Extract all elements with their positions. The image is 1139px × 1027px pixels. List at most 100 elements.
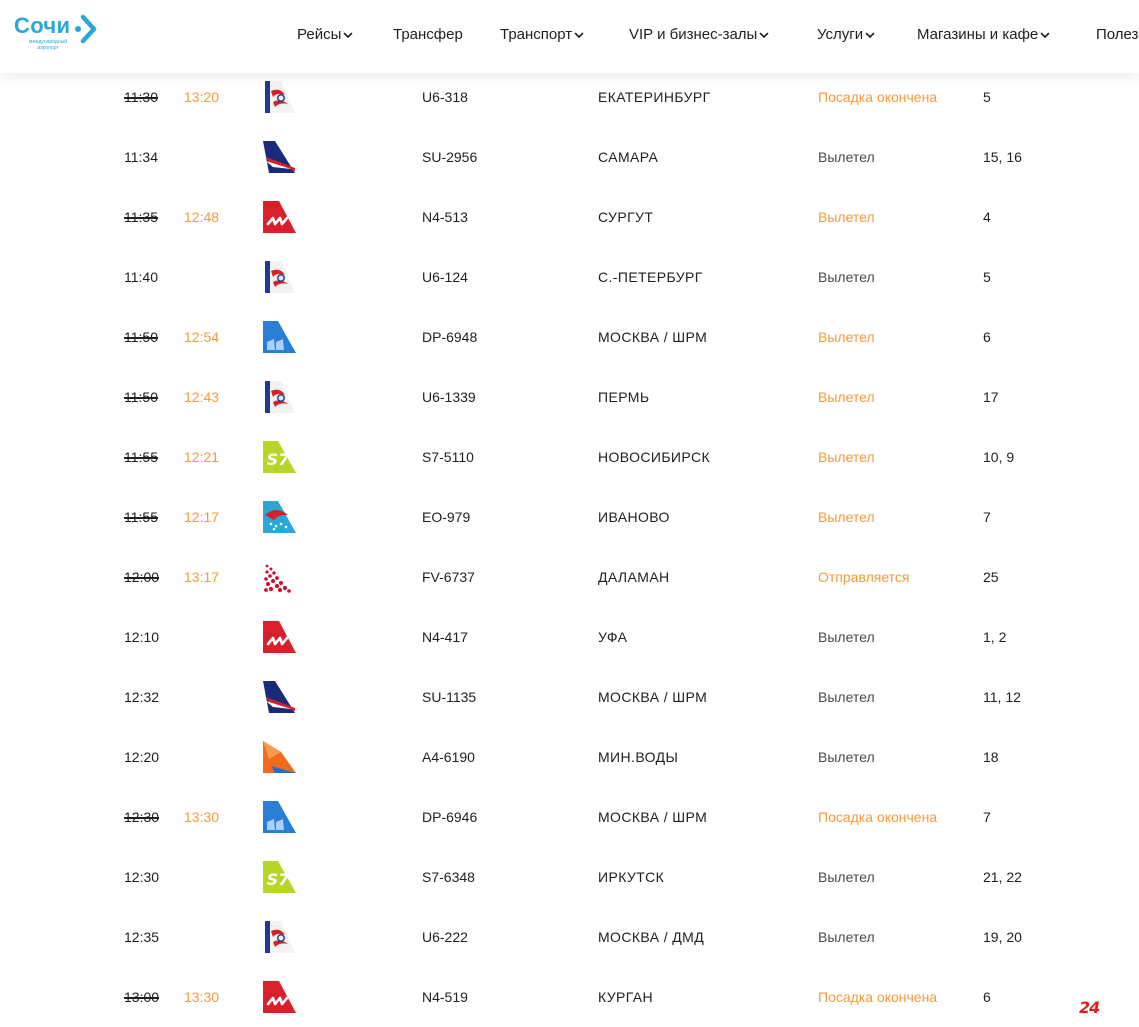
- flight-row[interactable]: 11:55 12:21 S7 S7-5110 НОВОСИБИРСК Вылетел 10,…: [0, 427, 1139, 487]
- gate-number: 11, 12: [983, 689, 1021, 705]
- nav-item-label: Трансфер: [393, 26, 463, 43]
- flight-row[interactable]: 12:10 N4-417 УФА Вылетел 1, 2: [0, 607, 1139, 667]
- flight-number: DP-6946: [422, 809, 478, 825]
- flight-row[interactable]: 11:34 SU-2956 САМАРА Вылетел 15, 16: [0, 127, 1139, 187]
- scheduled-time: 11:34: [124, 149, 158, 165]
- scheduled-time: 11:50: [124, 329, 158, 345]
- gate-number: 17: [983, 389, 999, 405]
- ural-airline-logo-icon: [261, 380, 297, 414]
- azimuth-airline-logo-icon: [261, 740, 297, 774]
- gate-number: 7: [983, 509, 991, 525]
- svg-text:S7: S7: [267, 450, 291, 469]
- flight-status: Вылетел: [818, 449, 875, 465]
- scheduled-time: 11:30: [124, 89, 158, 105]
- nordwind-airline-logo-icon: [261, 620, 297, 654]
- gate-number: 7: [983, 809, 991, 825]
- flight-row[interactable]: 11:35 12:48 N4-513 СУРГУТ Вылетел 4: [0, 187, 1139, 247]
- flight-status: Вылетел: [818, 209, 875, 225]
- flight-number: A4-6190: [422, 749, 475, 765]
- flight-status: Вылетел: [818, 509, 875, 525]
- nav-item-label: Магазины и кафе: [917, 26, 1039, 43]
- destination: МОСКВА / ШРМ: [598, 809, 708, 825]
- flight-number: SU-2956: [422, 149, 478, 165]
- destination: УФА: [598, 629, 628, 645]
- destination: С.-ПЕТЕРБУРГ: [598, 269, 703, 285]
- scheduled-time: 11:50: [124, 389, 158, 405]
- flight-row[interactable]: 11:50 12:43 U6-1339 ПЕРМЬ Вылетел 17: [0, 367, 1139, 427]
- ural-airline-logo-icon: [261, 80, 297, 114]
- flight-status: Вылетел: [818, 749, 875, 765]
- gate-number: 25: [983, 569, 999, 585]
- nordwind-airline-logo-icon: [261, 980, 297, 1014]
- flight-row[interactable]: 11:50 12:54 DP-6948 МОСКВА / ШРМ Вылетел 6: [0, 307, 1139, 367]
- channel-watermark: 24: [1079, 998, 1100, 1017]
- flight-status: Вылетел: [818, 629, 875, 645]
- destination: ИРКУТСК: [598, 869, 665, 885]
- nav-item[interactable]: Рейсы: [297, 24, 353, 46]
- flight-row[interactable]: 11:30 13:20 U6-318 ЕКАТЕРИНБУРГ Посадка окон…: [0, 67, 1139, 127]
- gate-number: 21, 22: [983, 869, 1022, 885]
- destination: МОСКВА / ДМД: [598, 929, 705, 945]
- gate-number: 6: [983, 989, 991, 1005]
- flight-row[interactable]: 12:30 13:30 DP-6946 МОСКВА / ШРМ Посадка око…: [0, 787, 1139, 847]
- ural-airline-logo-icon: [261, 260, 297, 294]
- site-header: Сочи международный аэропорт Рейсы Трансфе…: [0, 0, 1139, 73]
- flight-row[interactable]: 11:55 12:17 EO-979 ИВАНОВО Вылетел 7: [0, 487, 1139, 547]
- flight-row[interactable]: 12:35 U6-222 МОСКВА / ДМД Вылетел 19, 20: [0, 907, 1139, 967]
- flight-row[interactable]: 13:00 13:30 N4-519 КУРГАН Посадка окончена 6: [0, 967, 1139, 1027]
- flight-number: SU-1135: [422, 689, 477, 705]
- nav-item[interactable]: Услуги: [817, 24, 875, 46]
- flight-status: Вылетел: [818, 149, 875, 165]
- ural-airline-logo-icon: [261, 920, 297, 954]
- s7-airline-logo-icon: S7: [261, 860, 297, 894]
- nav-item[interactable]: Трансфер: [393, 24, 463, 46]
- flight-number: N4-417: [422, 629, 468, 645]
- gate-number: 4: [983, 209, 991, 225]
- flight-row[interactable]: 12:20 A4-6190 МИН.ВОДЫ Вылетел 18: [0, 727, 1139, 787]
- flight-number: DP-6948: [422, 329, 478, 345]
- nav-item[interactable]: Полезн: [1096, 24, 1139, 46]
- scheduled-time: 11:40: [124, 269, 158, 285]
- nav-item[interactable]: VIP и бизнес-залы: [629, 24, 769, 46]
- gate-number: 1, 2: [983, 629, 1007, 645]
- actual-time: 12:21: [184, 449, 220, 465]
- scheduled-time: 12:10: [124, 629, 160, 645]
- aeroflot-airline-logo-icon: [261, 140, 297, 174]
- destination: ИВАНОВО: [598, 509, 670, 525]
- destination: СУРГУТ: [598, 209, 654, 225]
- flight-row[interactable]: 12:00 13:17 FV-6737 ДАЛАМАН Отправляется 25: [0, 547, 1139, 607]
- flight-number: EO-979: [422, 509, 471, 525]
- flight-number: S7-5110: [422, 449, 474, 465]
- pobeda-airline-logo-icon: [261, 320, 297, 354]
- chevron-down-icon: [574, 30, 584, 40]
- nav-item-label: VIP и бизнес-залы: [629, 26, 758, 43]
- pobeda-airline-logo-icon: [261, 800, 297, 834]
- chevron-down-icon: [1040, 30, 1050, 40]
- departures-table: 11:30 13:20 U6-318 ЕКАТЕРИНБУРГ Посадка окон…: [0, 67, 1139, 1027]
- scheduled-time: 12:32: [124, 689, 160, 705]
- gate-number: 10, 9: [983, 449, 1015, 465]
- flight-status: Посадка окончена: [818, 989, 938, 1005]
- flight-row[interactable]: 11:40 U6-124 С.-ПЕТЕРБУРГ Вылетел 5: [0, 247, 1139, 307]
- flight-number: FV-6737: [422, 569, 475, 585]
- flight-number: N4-519: [422, 989, 468, 1005]
- destination: МОСКВА / ШРМ: [598, 689, 708, 705]
- gate-number: 19, 20: [983, 929, 1022, 945]
- destination: ПЕРМЬ: [598, 389, 650, 405]
- destination: МИН.ВОДЫ: [598, 749, 679, 765]
- flight-row[interactable]: 12:32 SU-1135 МОСКВА / ШРМ Вылетел 11, 12: [0, 667, 1139, 727]
- gate-number: 18: [983, 749, 999, 765]
- main-nav: Рейсы Трансфер Транспорт VIP и бизнес-залы У…: [0, 0, 1139, 73]
- chevron-down-icon: [343, 30, 353, 40]
- actual-time: 12:48: [184, 209, 220, 225]
- nav-item[interactable]: Магазины и кафе: [917, 24, 1050, 46]
- flight-row[interactable]: 12:30 S7 S7-6348 ИРКУТСК Вылетел 21, 22: [0, 847, 1139, 907]
- flight-number: S7-6348: [422, 869, 475, 885]
- nav-item[interactable]: Транспорт: [500, 24, 584, 46]
- destination: КУРГАН: [598, 989, 654, 1005]
- actual-time: 13:30: [184, 989, 220, 1005]
- nav-item-label: Полезн: [1096, 26, 1139, 43]
- destination: ДАЛАМАН: [598, 569, 670, 585]
- aeroflot-airline-logo-icon: [261, 680, 297, 714]
- flight-number: N4-513: [422, 209, 468, 225]
